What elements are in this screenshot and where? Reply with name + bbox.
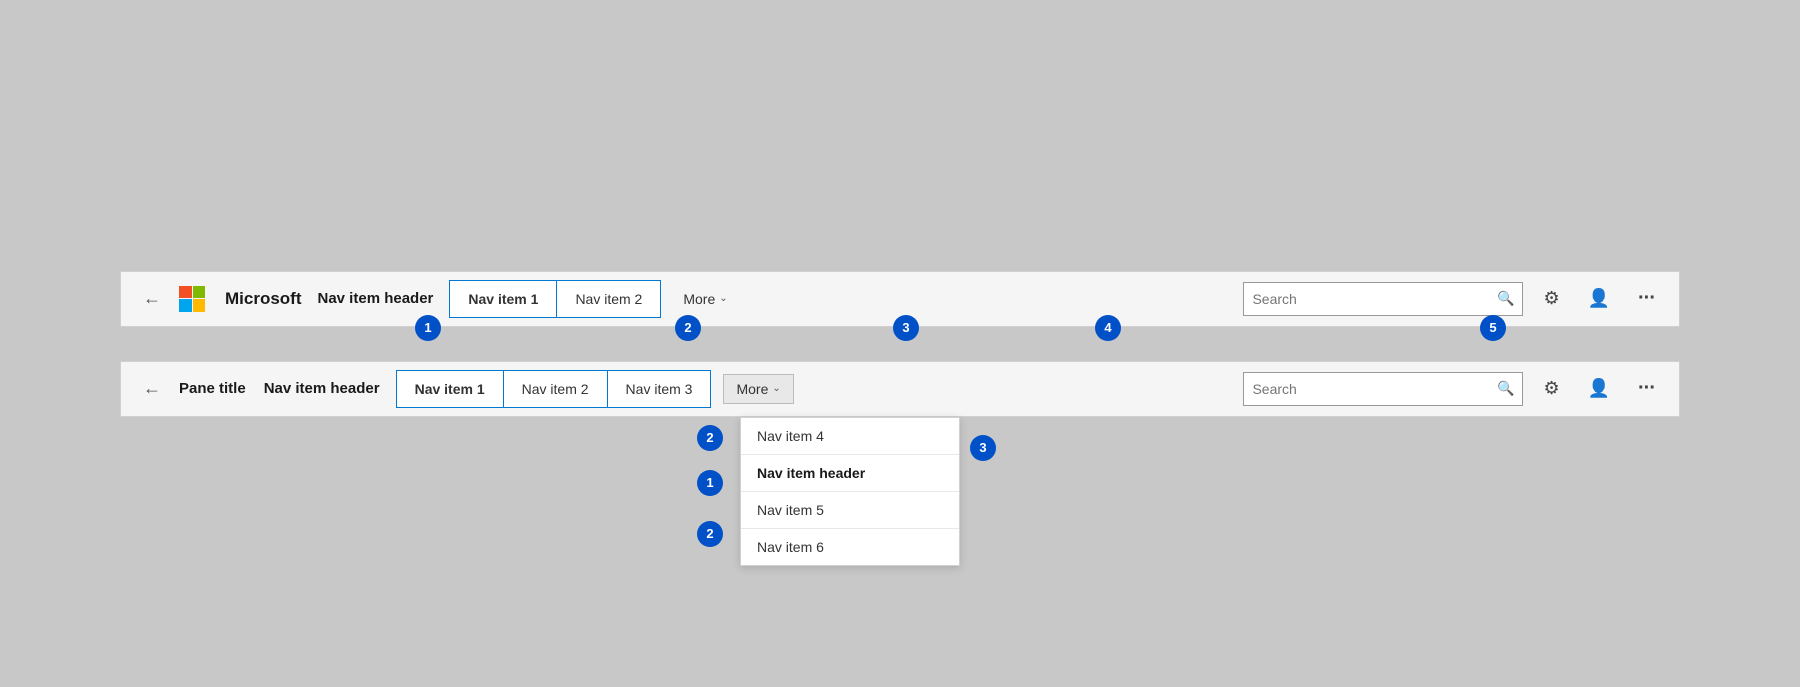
nav-tabs-group-2: Nav item 1 Nav item 2 Nav item 3 — [396, 370, 712, 408]
nav-item-header-2: Nav item header — [264, 380, 380, 397]
dropdown-item-nav4[interactable]: Nav item 4 — [741, 418, 959, 455]
user-button-1[interactable]: 👤 — [1580, 284, 1618, 313]
search-box-2: 🔍 — [1243, 372, 1523, 406]
navbar-2: ← Pane title Nav item header Nav item 1 … — [120, 361, 1680, 417]
chevron-down-icon: ⌄ — [719, 293, 727, 304]
badge-1-5: 5 — [1480, 315, 1506, 341]
microsoft-logo — [179, 285, 207, 313]
badge-1-1: 1 — [415, 315, 441, 341]
nav-tab-1-1[interactable]: Nav item 1 — [450, 281, 557, 317]
microsoft-wordmark: Microsoft — [225, 289, 302, 309]
search-input-2[interactable] — [1252, 381, 1497, 397]
ellipsis-icon-2: ··· — [1638, 377, 1655, 400]
gear-icon-1: ⚙ — [1543, 288, 1559, 309]
dropdown-item-nav5[interactable]: Nav item 5 — [741, 492, 959, 529]
user-icon-2: 👤 — [1588, 378, 1610, 399]
badge-2-2a: 2 — [697, 425, 723, 451]
ellipsis-button-1[interactable]: ··· — [1630, 283, 1663, 314]
back-button-1[interactable]: ← — [137, 284, 167, 313]
badge-1-4: 4 — [1095, 315, 1121, 341]
nav-tab-2-3[interactable]: Nav item 3 — [608, 371, 711, 407]
more-button-1[interactable]: More ⌄ — [673, 291, 737, 307]
gear-button-1[interactable]: ⚙ — [1535, 284, 1567, 313]
badge-2-3: 3 — [970, 435, 996, 461]
ellipsis-button-2[interactable]: ··· — [1630, 373, 1663, 404]
dropdown-item-header: Nav item header — [741, 455, 959, 492]
nav-tab-2-1[interactable]: Nav item 1 — [397, 371, 504, 407]
search-icon-1: 🔍 — [1497, 290, 1514, 307]
dropdown-menu: Nav item 4 Nav item header Nav item 5 Na… — [740, 417, 960, 566]
search-input-1[interactable] — [1252, 291, 1497, 307]
ms-logo-grid — [179, 286, 205, 312]
badge-2-1: 1 — [697, 470, 723, 496]
nav-tabs-group-1: Nav item 1 Nav item 2 — [449, 280, 661, 318]
gear-button-2[interactable]: ⚙ — [1535, 374, 1567, 403]
badge-1-3: 3 — [893, 315, 919, 341]
nav-item-header-1: Nav item header — [318, 290, 434, 307]
user-icon-1: 👤 — [1588, 288, 1610, 309]
nav-tab-2-2[interactable]: Nav item 2 — [504, 371, 608, 407]
badge-1-2: 2 — [675, 315, 701, 341]
user-button-2[interactable]: 👤 — [1580, 374, 1618, 403]
more-button-2[interactable]: More ⌄ — [723, 374, 793, 404]
badge-2-2b: 2 — [697, 521, 723, 547]
chevron-down-icon-2: ⌄ — [772, 383, 780, 394]
search-box-1: 🔍 — [1243, 282, 1523, 316]
back-button-2[interactable]: ← — [137, 374, 167, 403]
gear-icon-2: ⚙ — [1543, 378, 1559, 399]
dropdown-item-nav6[interactable]: Nav item 6 — [741, 529, 959, 565]
ellipsis-icon-1: ··· — [1638, 287, 1655, 310]
search-icon-2: 🔍 — [1497, 380, 1514, 397]
pane-title: Pane title — [179, 380, 246, 397]
nav-tab-1-2[interactable]: Nav item 2 — [557, 281, 660, 317]
